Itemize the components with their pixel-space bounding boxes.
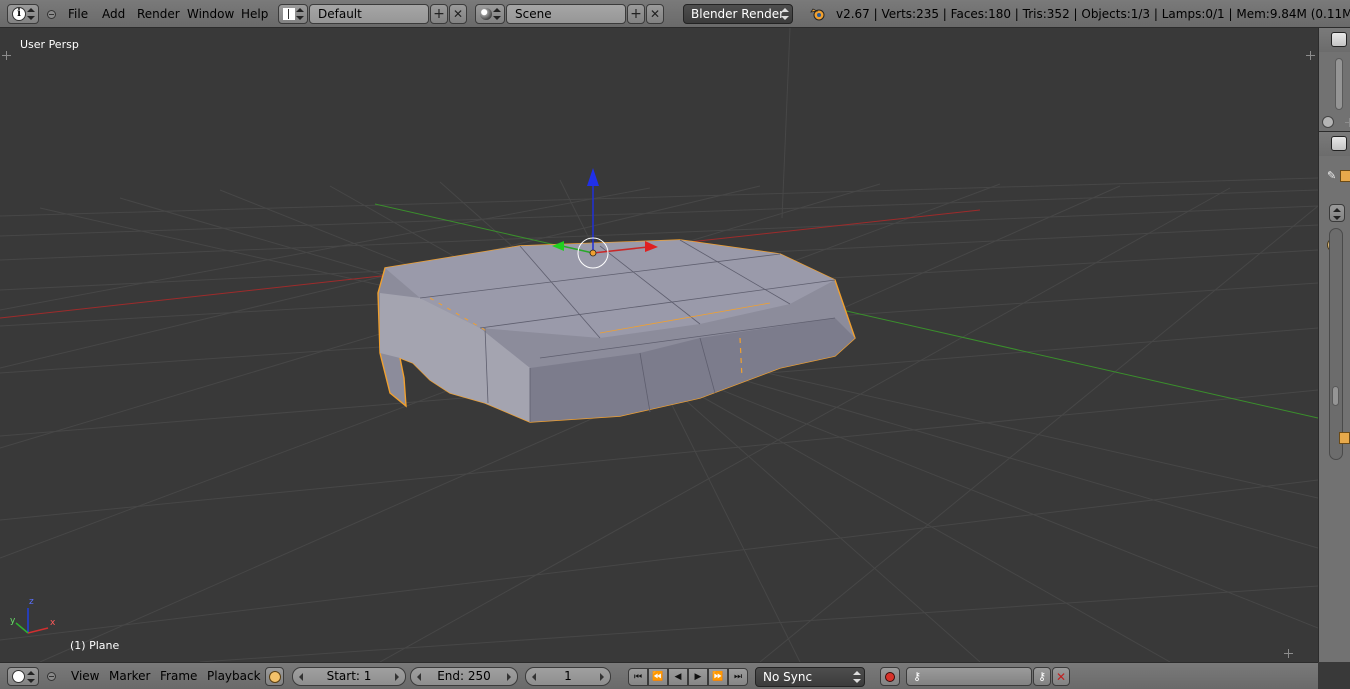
scene-icon (480, 8, 492, 20)
screen-layout-name-field[interactable]: Default (309, 4, 429, 24)
object-info-label: (1) Plane (70, 639, 120, 652)
viewport-canvas (0, 28, 1318, 662)
region-toggle-toolshelf-icon[interactable] (2, 51, 11, 60)
delete-screen-icon[interactable]: ✕ (449, 4, 467, 24)
split-area-corner-icon[interactable] (1284, 649, 1293, 658)
jump-prev-keyframe-button[interactable]: ⏪ (648, 668, 668, 686)
add-screen-icon[interactable]: + (430, 4, 448, 24)
menu-help[interactable]: Help (241, 0, 268, 28)
jump-next-keyframe-button[interactable]: ⏩ (708, 668, 728, 686)
render-engine-select[interactable]: Blender Render (683, 4, 793, 24)
axis-gizmo (15, 608, 49, 634)
chevron-updown-icon (781, 7, 789, 21)
properties-icon[interactable] (1331, 136, 1347, 151)
outliner-scrollbar[interactable] (1335, 58, 1343, 110)
menu-file[interactable]: File (68, 0, 88, 28)
insert-keyframe-icon[interactable]: ⚷ (1033, 667, 1051, 686)
sync-mode-label: No Sync (763, 670, 813, 684)
outliner-item-icon (1322, 116, 1334, 128)
region-toggle-properties-icon[interactable] (1306, 51, 1315, 60)
chevron-updown-icon (1333, 207, 1341, 221)
view-name-label: User Persp (20, 38, 79, 51)
menu-render[interactable]: Render (137, 0, 180, 28)
chevron-updown-icon (296, 7, 304, 21)
delete-keyframe-icon[interactable]: ✕ (1052, 667, 1070, 686)
outliner-header (1319, 28, 1350, 52)
keying-set-field[interactable]: ⚷ (906, 667, 1032, 686)
timeline-header: View Marker Frame Playback Start: 1 End:… (0, 662, 1318, 689)
status-info: v2.67 | Verts:235 | Faces:180 | Tris:352… (836, 7, 1350, 21)
properties-tabs-scroll[interactable] (1329, 228, 1343, 460)
chevron-updown-icon (493, 7, 501, 21)
chevron-updown-icon (27, 7, 35, 21)
timeline-editor-type-selector[interactable] (7, 667, 39, 686)
timeline-menu-marker[interactable]: Marker (109, 663, 150, 689)
blender-logo-icon (810, 7, 826, 21)
outliner-icon[interactable] (1331, 32, 1347, 47)
start-frame-field[interactable]: Start: 1 (292, 667, 406, 686)
add-scene-icon[interactable]: + (627, 4, 645, 24)
chevron-updown-icon (27, 670, 35, 684)
delete-scene-icon[interactable]: ✕ (646, 4, 664, 24)
current-frame-field[interactable]: 1 (525, 667, 611, 686)
object-cube-icon (1340, 170, 1350, 182)
record-icon (885, 671, 895, 682)
chevron-updown-icon (853, 670, 861, 684)
timeline-menu-playback[interactable]: Playback (207, 663, 261, 689)
info-header: i File Add Render Window Help Default + … (0, 0, 1350, 28)
preview-range-icon (268, 670, 281, 683)
layout-icon (283, 8, 295, 20)
play-reverse-button[interactable]: ◀ (668, 668, 688, 686)
axis-x-label: x (50, 618, 56, 628)
timeline-menu-frame[interactable]: Frame (160, 663, 197, 689)
pin-icon[interactable]: ✎ (1327, 170, 1339, 182)
3d-viewport[interactable]: User Persp (1) Plane z x y (0, 28, 1318, 662)
scene-browse-button[interactable] (475, 4, 505, 24)
timeline-menu-view[interactable]: View (71, 663, 99, 689)
axis-y-label: y (10, 616, 16, 626)
render-engine-label: Blender Render (691, 7, 785, 21)
collapse-menu-icon[interactable] (47, 672, 56, 681)
properties-scroll-thumb[interactable] (1332, 386, 1339, 406)
jump-start-button[interactable]: ⏮ (628, 668, 648, 686)
region-plus-icon[interactable] (1345, 118, 1350, 127)
auto-keying-button[interactable] (880, 667, 900, 686)
end-frame-field[interactable]: End: 250 (410, 667, 518, 686)
screen-layout-browse-button[interactable] (278, 4, 308, 24)
menu-window[interactable]: Window (187, 0, 234, 28)
key-icon: ⚷ (913, 670, 922, 683)
context-selector[interactable] (1329, 204, 1345, 222)
jump-end-button[interactable]: ⏭ (728, 668, 748, 686)
editor-type-selector[interactable]: i (7, 4, 39, 24)
scene-name-field[interactable]: Scene (506, 4, 626, 24)
axis-z-label: z (29, 597, 34, 607)
plane-object-mesh[interactable] (377, 239, 856, 423)
preview-range-toggle[interactable] (265, 667, 284, 686)
clock-icon (12, 670, 25, 683)
object-data-icon[interactable] (1339, 432, 1350, 444)
collapse-menu-icon[interactable] (47, 10, 56, 19)
right-editors-strip: ✎ (1318, 28, 1350, 662)
sync-mode-select[interactable]: No Sync (755, 667, 865, 687)
play-button[interactable]: ▶ (688, 668, 708, 686)
properties-header (1319, 132, 1350, 156)
menu-add[interactable]: Add (102, 0, 125, 28)
info-icon: i (12, 7, 26, 21)
